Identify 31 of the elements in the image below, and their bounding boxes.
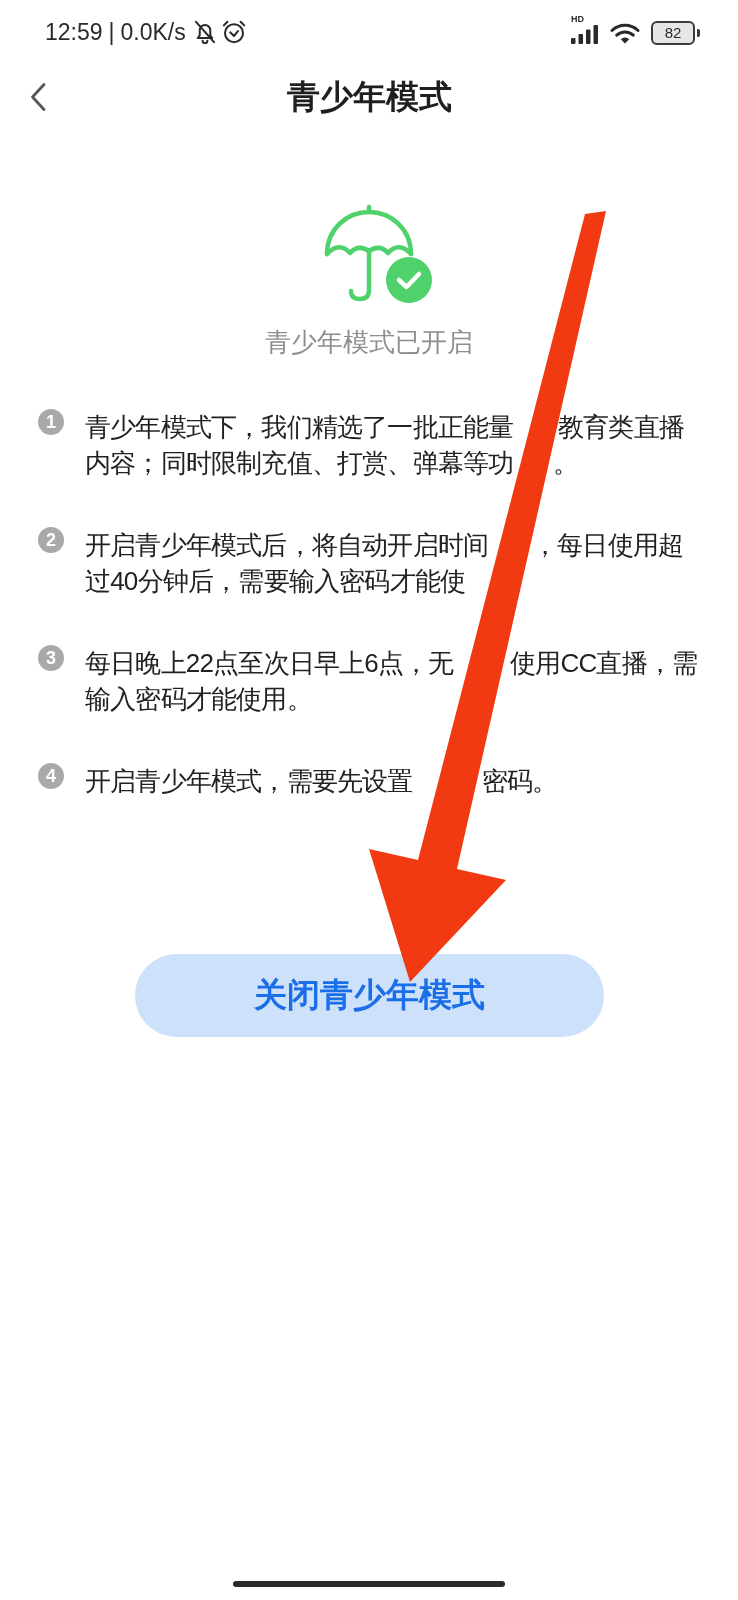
step-text: 每日晚上22点至次日早上6点，无 — [85, 647, 454, 680]
network-speed: 0.0K/s — [120, 18, 186, 46]
step-text: 青少年模式下，我们精选了一批正能量 — [85, 411, 514, 444]
step-text: ，每日使用超 — [532, 529, 684, 562]
step-number: 2 — [38, 527, 64, 553]
step-number: 1 — [38, 409, 64, 435]
umbrella-icon — [324, 204, 414, 302]
check-circle-icon — [386, 257, 432, 303]
step-text: 。 — [553, 447, 579, 480]
mode-status-text: 青少年模式已开启 — [265, 326, 473, 359]
alarm-clock-icon — [221, 20, 246, 44]
step-text: 密码。 — [482, 765, 558, 798]
step-text: 过40分钟后，需要输入密码才能使 — [85, 565, 466, 598]
battery-percent: 82 — [664, 25, 682, 41]
close-teen-mode-button[interactable]: 关闭青少年模式 — [134, 954, 604, 1037]
muted-bell-icon — [193, 20, 216, 44]
step-number: 4 — [38, 763, 64, 789]
signal-icon — [571, 25, 599, 44]
step-text: 输入密码才能使用。 — [85, 683, 312, 716]
step-text: 教育类直播 — [558, 411, 684, 444]
step-text: 使用CC直播，需 — [510, 647, 698, 680]
status-time: 12:59 — [45, 18, 103, 46]
status-separator: | — [108, 18, 115, 46]
step-text: 开启青少年模式，需要先设置 — [85, 765, 413, 798]
back-icon[interactable] — [29, 82, 47, 112]
step-number: 3 — [38, 645, 64, 671]
wifi-icon — [610, 22, 640, 44]
network-type-label: HD — [571, 14, 584, 24]
step-text: 内容；同时限制充值、打赏、弹幕等功 — [85, 447, 514, 480]
step-text: 开启青少年模式后，将自动开启时间 — [85, 529, 489, 562]
page-title: 青少年模式 — [286, 77, 452, 117]
